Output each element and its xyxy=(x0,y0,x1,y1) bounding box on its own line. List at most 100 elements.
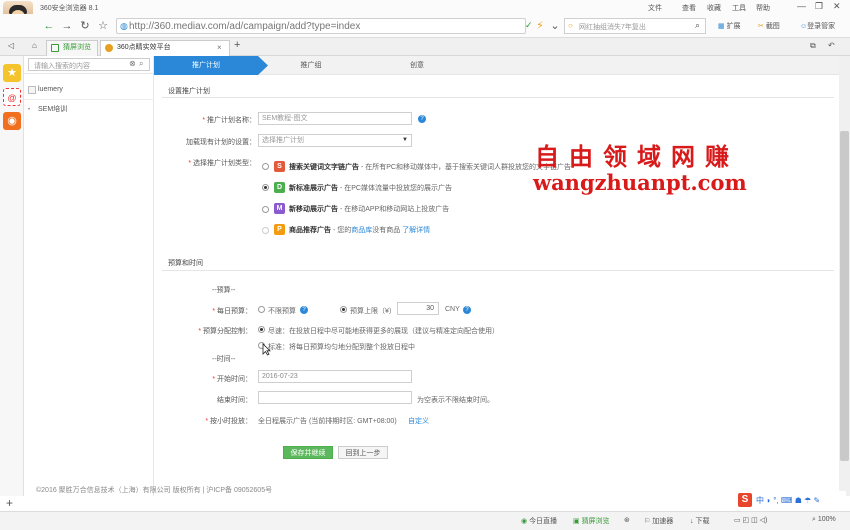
step-creative[interactable]: 创意 xyxy=(372,56,462,75)
page-scrollbar[interactable] xyxy=(839,56,850,496)
browser-sidebar-rail: ★ @ ◉ + xyxy=(0,56,24,510)
menu-favorites[interactable]: 收藏 xyxy=(707,3,721,13)
menu-file[interactable]: 文件 xyxy=(648,3,662,13)
sogou-ime-icon[interactable]: S xyxy=(738,493,752,507)
sidebar-item-account[interactable]: luemery xyxy=(24,82,154,98)
wizard-steps: 推广计划 推广组 创意 xyxy=(154,56,839,75)
help-icon[interactable]: ? xyxy=(463,306,471,314)
no-budget-label: 不限预算 xyxy=(268,308,296,315)
status-download[interactable]: ↓ 下载 xyxy=(690,516,709,526)
restore-tabs-icon[interactable]: ⧉ xyxy=(810,41,816,51)
login-button[interactable]: ☺登录管家 xyxy=(800,21,835,31)
plan-type-title: 新移动展示广告 xyxy=(289,206,338,213)
extensions-button[interactable]: ▦ 扩展 xyxy=(718,21,741,31)
hourly-value: 全日程展示广告 (当前排期时区: GMT+08:00) xyxy=(258,418,397,425)
status-tools-icon[interactable]: ⊛ xyxy=(624,516,630,524)
weibo-icon[interactable]: @ xyxy=(3,88,21,106)
step-campaign[interactable]: 推广计划 xyxy=(154,56,258,75)
budget-input[interactable]: 30 xyxy=(397,302,439,315)
section-title-budget: 预算和时间 xyxy=(168,260,203,267)
plan-type-product-text: 商品推荐广告 - 您的商品库没有商品 了解详情 xyxy=(289,225,430,235)
search-icon[interactable]: ⌕ xyxy=(139,59,143,69)
plan-type-mobile-text: 新移动展示广告 - 在移动APP和移动网站上投放广告 xyxy=(289,204,449,214)
refresh-icon[interactable]: ↻ xyxy=(78,19,92,33)
start-time-label: * 开始时间： xyxy=(212,376,252,383)
save-continue-button[interactable]: 保存并继续 xyxy=(283,446,333,459)
learn-more-link[interactable]: 了解详情 xyxy=(402,227,430,234)
minimize-icon[interactable]: — xyxy=(797,1,806,11)
rocket-icon: ⚐ xyxy=(644,518,653,525)
budget-alloc-label: * 预算分配控制： xyxy=(198,328,252,335)
radio-search[interactable] xyxy=(262,163,269,170)
status-screen-browse[interactable]: ▣ 猜屏浏览 xyxy=(573,516,610,526)
radio-alloc-fast[interactable] xyxy=(258,326,265,333)
add-icon[interactable]: + xyxy=(6,496,13,510)
plan-type-title: 新标准展示广告 xyxy=(289,185,338,192)
menu-view[interactable]: 查看 xyxy=(682,3,696,13)
menu-tools[interactable]: 工具 xyxy=(732,3,746,13)
status-extra-icons[interactable]: ▭ ◰ ◫ ◁) xyxy=(734,516,767,524)
chevron-down-icon: ▼ xyxy=(402,137,408,143)
lightning-icon[interactable]: ⚡ xyxy=(533,19,547,33)
favorites-star-icon[interactable]: ★ xyxy=(3,64,21,82)
budget-limit-label: 预算上限（¥） xyxy=(350,308,396,315)
close-icon[interactable]: ✕ xyxy=(833,1,841,12)
screenshot-button[interactable]: ✂ 截图 xyxy=(758,21,780,31)
new-tab-button[interactable]: + xyxy=(234,39,240,51)
favorite-star-icon[interactable]: ☆ xyxy=(96,19,110,33)
plan-type-desc: - 您的 xyxy=(331,227,352,234)
ime-toolbar: S 中 ◗ °, ⌨ ☗ ☂ ✎ xyxy=(738,491,846,509)
plan-type-search-text: 搜索关键词文字链广告 - 在所有PC和移动媒体中，基于搜索关键词人群投放您的文字… xyxy=(289,162,571,172)
ime-mode-icons[interactable]: 中 ◗ °, ⌨ ☗ ☂ ✎ xyxy=(756,495,820,506)
undo-close-icon[interactable]: ↶ xyxy=(828,41,835,50)
divider xyxy=(162,270,834,271)
browser-statusbar: ◉ 今日直播 ▣ 猜屏浏览 ⊛ ⚐ 加速器 ↓ 下载 ▭ ◰ ◫ ◁) ⌕ 10… xyxy=(0,511,850,530)
account-icon xyxy=(28,86,36,94)
radio-product[interactable] xyxy=(262,227,269,234)
address-bar[interactable]: ◍ http://360.mediav.com/ad/campaign/add?… xyxy=(116,18,533,34)
status-accelerator[interactable]: ⚐ 加速器 xyxy=(644,516,673,526)
custom-schedule-link[interactable]: 自定义 xyxy=(408,416,429,426)
radio-budget-limit[interactable] xyxy=(340,306,347,313)
security-icon[interactable]: ✓ xyxy=(525,20,533,31)
status-accelerator-label: 加速器 xyxy=(652,518,674,525)
help-icon[interactable]: ? xyxy=(418,115,426,123)
end-time-input[interactable] xyxy=(258,391,412,404)
tab-360-platform[interactable]: 360点睛实效平台 × xyxy=(100,40,230,56)
menu-help[interactable]: 帮助 xyxy=(756,3,770,13)
status-live[interactable]: ◉ 今日直播 xyxy=(521,516,557,526)
load-plan-select[interactable]: 选择推广计划 ▼ xyxy=(258,134,412,147)
mobile-ad-icon: M xyxy=(274,203,285,214)
sidebar-toggle-icon[interactable]: ◁ xyxy=(8,41,14,50)
navigation-bar: ← → ↻ ☆ ◍ http://360.mediav.com/ad/campa… xyxy=(0,14,850,38)
back-icon[interactable]: ← xyxy=(42,19,56,33)
step-label: 推广组 xyxy=(300,62,322,69)
status-download-label: 下载 xyxy=(695,518,710,525)
scrollbar-thumb[interactable] xyxy=(840,131,849,461)
tab-screen-browse[interactable]: 猜屏浏览 xyxy=(46,40,98,56)
start-time-input[interactable]: 2016-07-23 xyxy=(258,370,412,383)
back-step-button[interactable]: 回到上一步 xyxy=(338,446,388,459)
search-icon[interactable]: ⌕ xyxy=(695,20,700,31)
product-library-link[interactable]: 商品库 xyxy=(351,227,372,234)
plan-name-input[interactable]: SEM教程-图文 xyxy=(258,112,412,125)
dropdown-icon[interactable]: ⌄ xyxy=(548,19,562,33)
radio-display[interactable] xyxy=(262,184,269,191)
home-icon[interactable]: ⌂ xyxy=(32,41,37,50)
sidebar-item-sem[interactable]: • SEM培训 xyxy=(24,102,154,118)
zoom-level[interactable]: ⌕ 100% xyxy=(812,516,836,524)
section-title-campaign: 设置推广计划 xyxy=(168,88,210,95)
search-ad-icon: S xyxy=(274,161,285,172)
forward-icon[interactable]: → xyxy=(60,19,74,33)
radio-mobile[interactable] xyxy=(262,206,269,213)
watch-eye-icon[interactable]: ◉ xyxy=(3,112,21,130)
browser-titlebar: 360安全浏览器 8.1 文件 查看 收藏 工具 帮助 — ❐ ✕ xyxy=(0,0,850,14)
maximize-icon[interactable]: ❐ xyxy=(815,1,823,12)
sidebar-search-input[interactable]: 请输入搜索的内容 ⊗ ⌕ xyxy=(28,58,150,71)
radio-no-budget[interactable] xyxy=(258,306,265,313)
close-tab-icon[interactable]: × xyxy=(217,41,222,55)
search-box[interactable]: ○ 网红抽组消失7年复出 ⌕ xyxy=(564,18,706,34)
clear-icon[interactable]: ⊗ xyxy=(129,59,136,68)
help-icon[interactable]: ? xyxy=(300,306,308,314)
step-group[interactable]: 推广组 xyxy=(268,56,354,75)
